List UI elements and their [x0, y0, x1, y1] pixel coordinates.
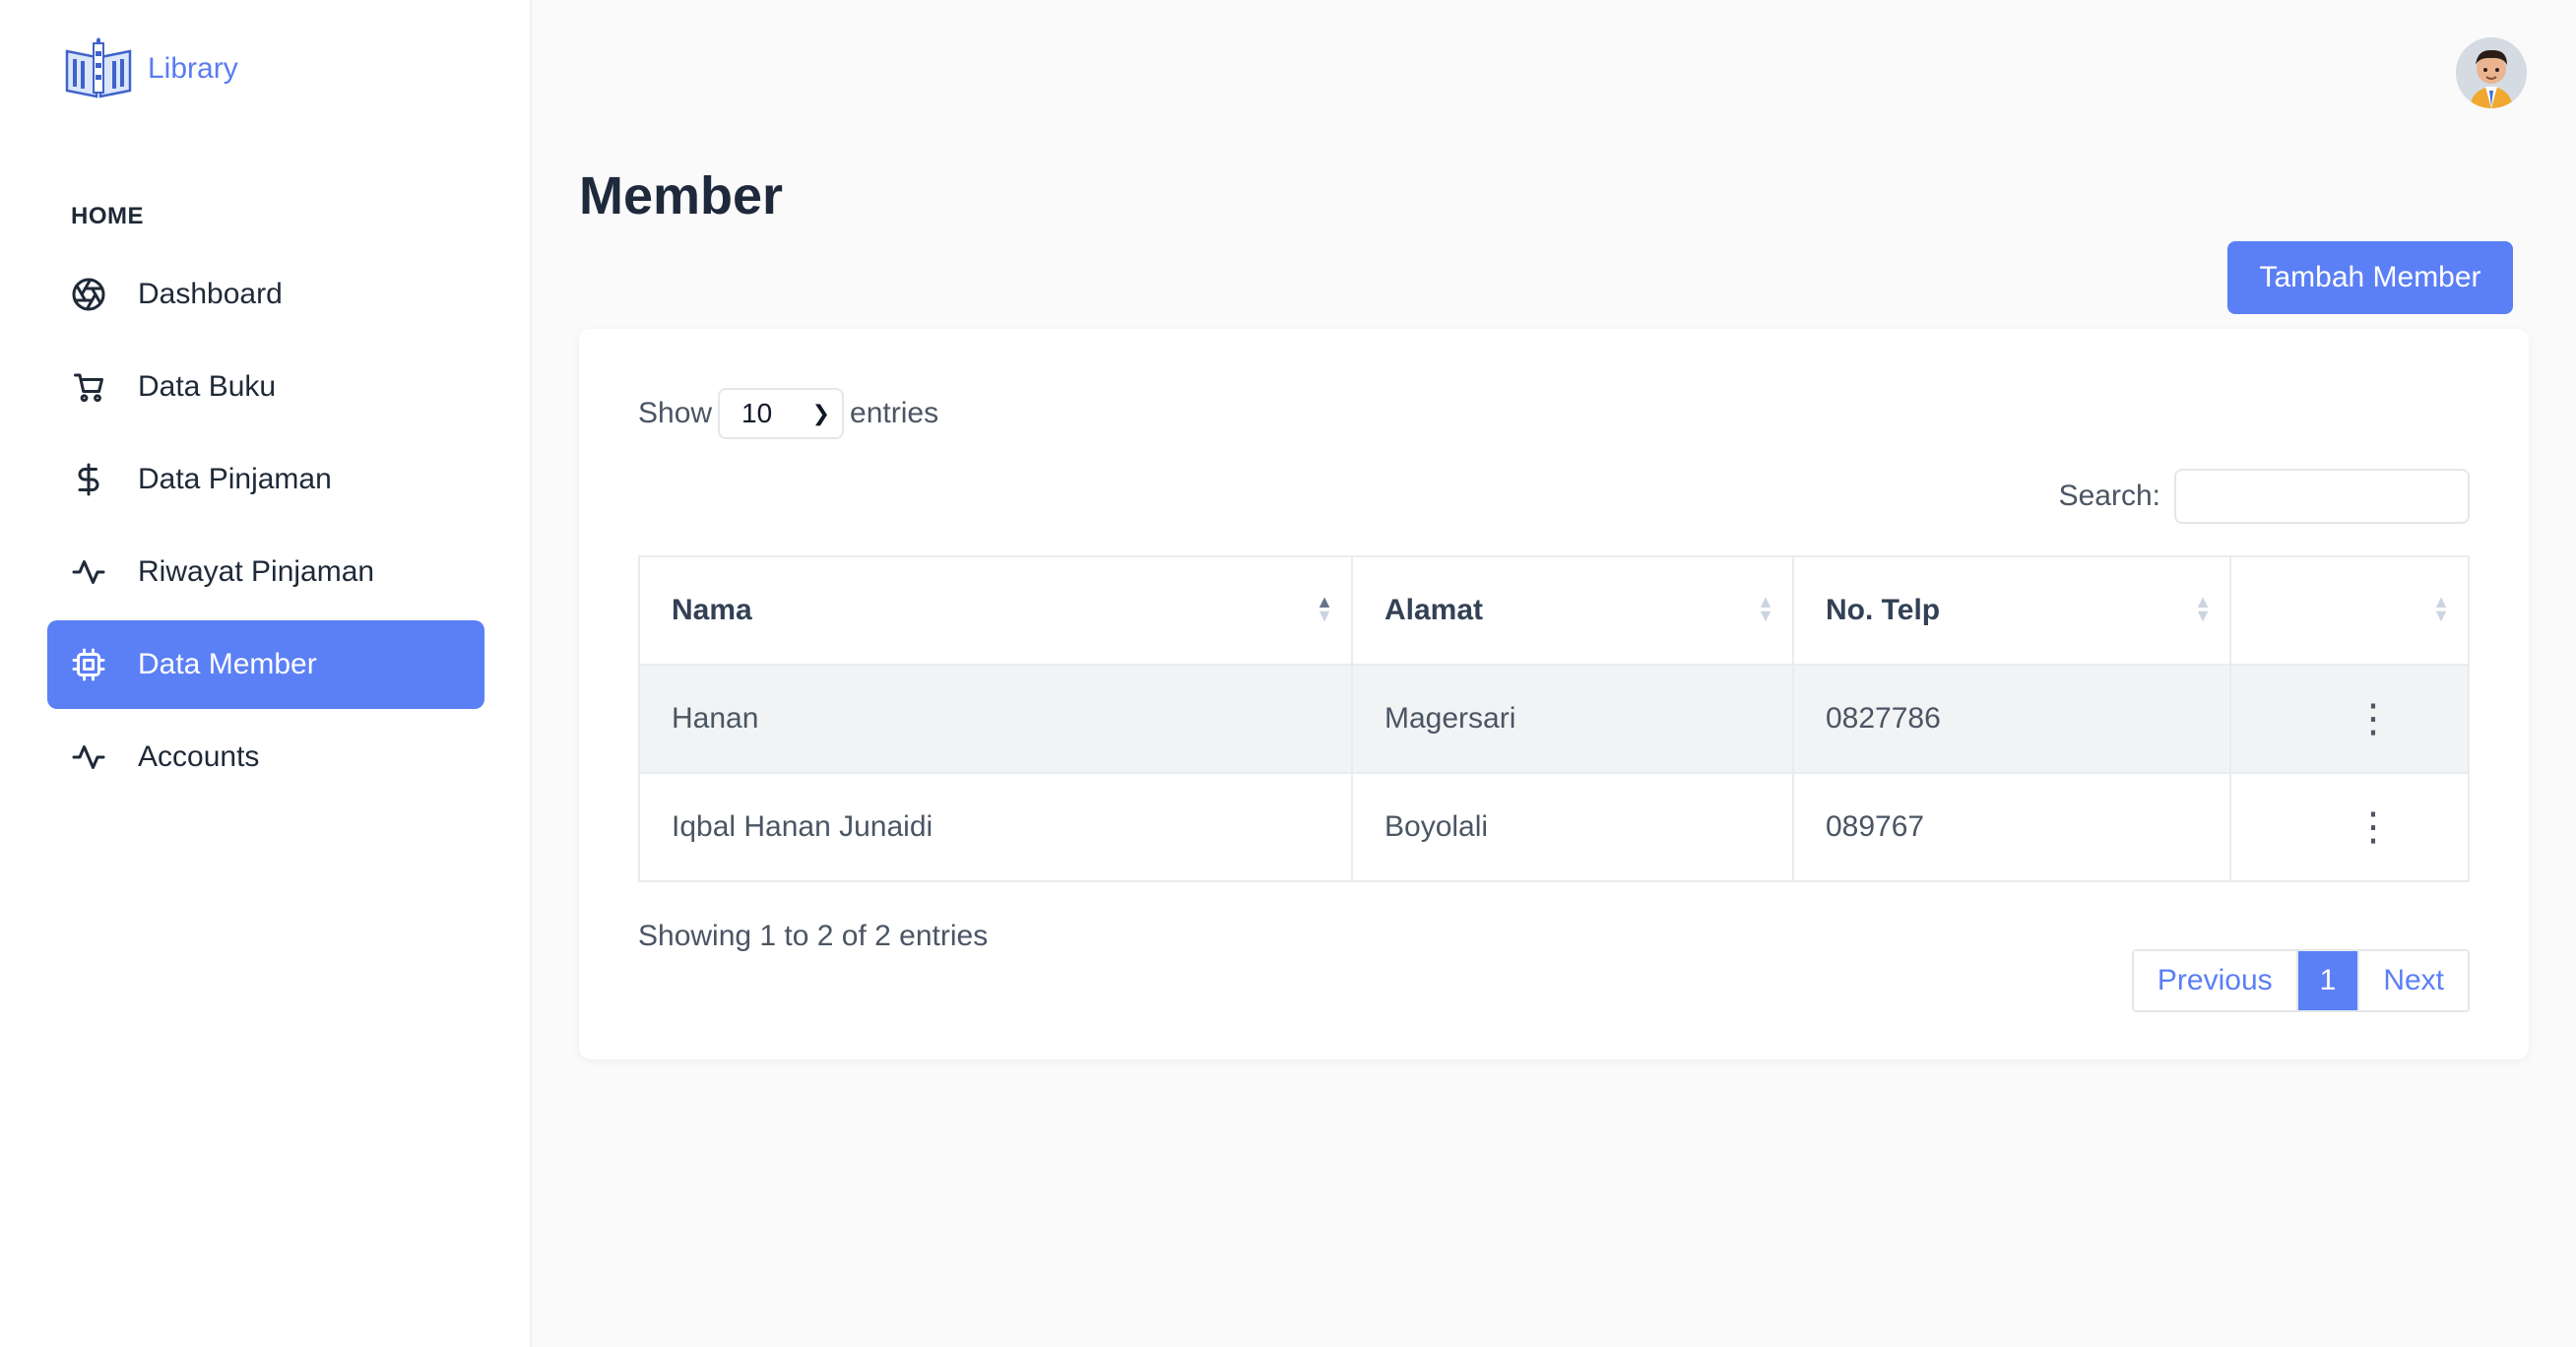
sort-icon: ▲ ▼: [2194, 592, 2212, 625]
page-size-select[interactable]: 10 ❯: [718, 388, 845, 439]
next-button[interactable]: Next: [2359, 951, 2468, 1010]
show-entries: Show 10 ❯ entries: [638, 388, 938, 439]
aperture-icon: [69, 275, 108, 314]
page-title: Member: [579, 166, 784, 225]
column-header-actions[interactable]: ▲ ▼: [2231, 557, 2468, 664]
column-label: Alamat: [1385, 594, 1484, 626]
brand-name: Library: [148, 52, 238, 85]
sidebar-item-label: Data Pinjaman: [138, 463, 332, 495]
table-info: Showing 1 to 2 of 2 entries: [638, 920, 989, 952]
column-header-nama[interactable]: Nama ▲ ▼: [640, 557, 1353, 664]
cell-telp: 0827786: [1794, 666, 2231, 772]
user-avatar[interactable]: [2456, 37, 2527, 108]
avatar-icon: [2456, 37, 2527, 108]
sidebar-item-label: Data Buku: [138, 370, 277, 403]
search-label: Search:: [2058, 480, 2160, 512]
column-header-no-telp[interactable]: No. Telp ▲ ▼: [1794, 557, 2231, 664]
cell-nama: Iqbal Hanan Junaidi: [640, 774, 1353, 880]
sidebar-item-data-pinjaman[interactable]: Data Pinjaman: [47, 435, 484, 524]
sidebar-item-label: Dashboard: [138, 278, 283, 310]
activity-icon: [69, 552, 108, 592]
add-member-button[interactable]: Tambah Member: [2227, 241, 2513, 314]
cell-actions: ⋮: [2231, 774, 2468, 880]
cart-icon: [69, 367, 108, 407]
member-table: Nama ▲ ▼ Alamat ▲ ▼ No. Telp ▲ ▼ ▲ ▼ Hanan M…: [638, 555, 2470, 882]
dollar-icon: [69, 460, 108, 499]
cell-alamat: Magersari: [1353, 666, 1794, 772]
chip-icon: [69, 645, 108, 684]
table-row: Hanan Magersari 0827786 ⋮: [640, 664, 2468, 772]
sidebar-item-data-buku[interactable]: Data Buku: [47, 343, 484, 431]
column-header-alamat[interactable]: Alamat ▲ ▼: [1353, 557, 1794, 664]
cell-nama: Hanan: [640, 666, 1353, 772]
cell-alamat: Boyolali: [1353, 774, 1794, 880]
previous-button[interactable]: Previous: [2133, 951, 2298, 1010]
chevron-down-icon: ❯: [811, 401, 831, 425]
sidebar: Library HOME Dashboard Data Buku Data Pi…: [0, 0, 532, 1347]
sidebar-item-data-member[interactable]: Data Member: [47, 620, 484, 709]
sidebar-item-accounts[interactable]: Accounts: [47, 713, 484, 802]
sidebar-item-dashboard[interactable]: Dashboard: [47, 250, 484, 339]
table-row: Iqbal Hanan Junaidi Boyolali 089767 ⋮: [640, 772, 2468, 880]
more-options-icon[interactable]: ⋮: [2353, 807, 2393, 847]
sidebar-nav: Dashboard Data Buku Data Pinjaman Riwaya…: [47, 250, 484, 805]
pagination: Previous 1 Next: [2131, 949, 2470, 1012]
table-header-row: Nama ▲ ▼ Alamat ▲ ▼ No. Telp ▲ ▼ ▲ ▼: [640, 557, 2468, 664]
sidebar-item-label: Accounts: [138, 740, 260, 773]
column-label: No. Telp: [1826, 594, 1941, 626]
cell-actions: ⋮: [2231, 666, 2468, 772]
sidebar-item-riwayat-pinjaman[interactable]: Riwayat Pinjaman: [47, 528, 484, 616]
sidebar-item-label: Data Member: [138, 648, 317, 680]
sort-icon: ▲ ▼: [1757, 592, 1774, 625]
nav-heading: HOME: [71, 203, 144, 229]
page-1-button[interactable]: 1: [2297, 951, 2360, 1010]
library-book-logo-icon: [65, 37, 132, 98]
sidebar-item-label: Riwayat Pinjaman: [138, 555, 375, 588]
activity-icon: [69, 738, 108, 777]
cell-telp: 089767: [1794, 774, 2231, 880]
page-size-value: 10: [741, 398, 773, 428]
sort-icon: ▲ ▼: [1316, 592, 1333, 625]
brand[interactable]: Library: [63, 37, 238, 100]
search-input[interactable]: [2174, 469, 2470, 524]
entries-label: entries: [850, 397, 939, 429]
column-label: Nama: [672, 594, 752, 626]
search: Search:: [2059, 469, 2470, 524]
more-options-icon[interactable]: ⋮: [2353, 699, 2393, 738]
sort-icon: ▲ ▼: [2432, 592, 2450, 625]
show-label: Show: [638, 397, 713, 429]
member-card: Show 10 ❯ entries Search: Nama ▲ ▼ Alamat…: [579, 329, 2529, 1059]
